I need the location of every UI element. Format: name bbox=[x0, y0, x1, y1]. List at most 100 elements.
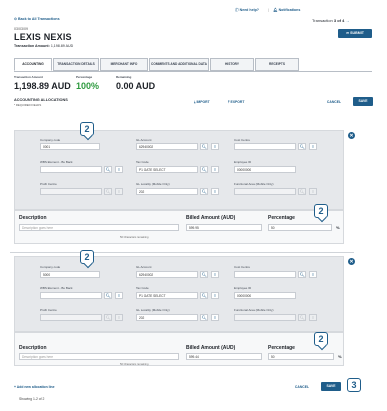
next-arrow-icon[interactable]: → bbox=[345, 18, 349, 23]
allocation-1-profit-centre-input bbox=[40, 188, 102, 195]
allocation-1-percentage-input[interactable]: 50 bbox=[268, 224, 332, 231]
allocation-2-wbs-search-icon[interactable]: 🔍︎ bbox=[104, 292, 112, 299]
allocation-2-tax-code-label: Tax Code bbox=[136, 286, 149, 290]
allocation-2-tax-code-input[interactable]: P1 GATE SELECT bbox=[136, 292, 198, 299]
save-button-top[interactable]: SAVE bbox=[353, 97, 373, 106]
allocation-1-gl-locality-list-icon[interactable]: ≡ bbox=[211, 188, 219, 195]
allocation-2-percentage-input[interactable]: 50 bbox=[268, 353, 334, 360]
allocation-1-employee-label: Employee ID bbox=[234, 160, 252, 164]
need-help-link[interactable]: ⓘ Need help? bbox=[235, 8, 259, 13]
allocation-2-gl-locality-label: GL Locality (Mobile Only) bbox=[136, 308, 170, 312]
allocation-1-profit-centre-list-icon: ≡ bbox=[115, 188, 123, 195]
allocation-1-gl-account-search-icon[interactable]: 🔍︎ bbox=[200, 143, 208, 150]
allocation-2-functional-area-search-icon: 🔍︎ bbox=[298, 314, 306, 321]
summary-remaining-label: Remaining bbox=[116, 75, 132, 79]
back-to-transactions-link[interactable]: ⊙ Back to All Transactions bbox=[14, 17, 60, 21]
allocation-2-gl-locality-list-icon[interactable]: ≡ bbox=[211, 314, 219, 321]
tab-comments[interactable]: COMMENTS AND ADDITIONAL DATA bbox=[149, 58, 209, 71]
tab-history[interactable]: HISTORY bbox=[210, 58, 254, 71]
import-button[interactable]: ⤓ IMPORT bbox=[194, 100, 210, 104]
tab-transaction-details[interactable]: TRANSACTION DETAILS bbox=[53, 58, 99, 71]
allocation-1-percentage-label: Percentage bbox=[268, 215, 295, 221]
allocation-2-gl-locality-input[interactable]: 202 bbox=[136, 314, 198, 321]
header-divider: | bbox=[268, 8, 269, 12]
allocation-2-cost-centre-list-icon[interactable]: ≡ bbox=[309, 271, 317, 278]
allocation-1-company-code-label: Company code bbox=[40, 138, 61, 142]
allocation-1-cost-centre-input[interactable] bbox=[234, 143, 296, 150]
allocation-2-profit-centre-search-icon: 🔍︎ bbox=[104, 314, 112, 321]
allocation-2-billed-input[interactable]: 599.44 bbox=[186, 353, 262, 360]
allocation-2-gl-account-list-icon[interactable]: ≡ bbox=[211, 271, 219, 278]
cancel-button-bottom[interactable]: CANCEL bbox=[292, 385, 312, 389]
summary-amount-label: Transaction Amount bbox=[14, 75, 43, 79]
notifications-link[interactable]: 🔔︎ Notifications bbox=[273, 8, 300, 12]
allocation-1-functional-area-input bbox=[234, 188, 296, 195]
allocation-1-description-label: Description bbox=[19, 215, 47, 221]
allocation-2-functional-area-input bbox=[234, 314, 296, 321]
allocation-1-gl-locality-input[interactable]: 202 bbox=[136, 188, 198, 195]
allocation-1-billed-input[interactable]: 599.95 bbox=[186, 224, 262, 231]
allocation-2-company-code-input[interactable]: 5000 bbox=[40, 271, 100, 278]
allocation-2-gl-account-input[interactable]: 62940002 bbox=[136, 271, 198, 278]
allocation-2-chars-remaining: 50 Characters remaining bbox=[120, 363, 149, 366]
allocation-1-gl-account-list-icon[interactable]: ≡ bbox=[211, 143, 219, 150]
allocation-2-functional-area-label: Functional Area (Mobile Only) bbox=[234, 308, 274, 312]
allocation-1-percent-sign: % bbox=[336, 225, 340, 230]
summary-amount-value: 1,198.89 AUD bbox=[14, 81, 71, 91]
allocation-2-gl-locality-search-icon[interactable]: 🔍︎ bbox=[200, 314, 208, 321]
allocation-1-employee-input[interactable]: 00000000 bbox=[234, 166, 296, 173]
allocation-2-gl-account-search-icon[interactable]: 🔍︎ bbox=[200, 271, 208, 278]
allocation-1-description-input[interactable]: Description goes here bbox=[19, 224, 179, 231]
allocation-1-wbs-search-icon[interactable]: 🔍︎ bbox=[104, 166, 112, 173]
allocation-2-description-input[interactable]: Description goes here bbox=[19, 353, 179, 360]
allocation-1-gl-account-input[interactable]: 62940002 bbox=[136, 143, 198, 150]
allocation-2-employee-input[interactable]: 00000000 bbox=[234, 292, 296, 299]
allocation-1-tax-code-list-icon[interactable]: ≡ bbox=[211, 166, 219, 173]
allocation-2-wbs-input[interactable] bbox=[40, 292, 102, 299]
submit-button[interactable]: ➦ SUBMIT bbox=[338, 29, 372, 38]
allocation-1-wbs-list-icon[interactable]: ≡ bbox=[115, 166, 123, 173]
allocation-1-wbs-label: WBS Element - Bu Back bbox=[40, 160, 73, 164]
remove-allocation-1-close-icon[interactable]: ✕ bbox=[348, 132, 355, 139]
allocation-2-profit-centre-input bbox=[40, 314, 102, 321]
allocation-2-tax-code-list-icon[interactable]: ≡ bbox=[211, 292, 219, 299]
allocations-title: ACCOUNTING ALLOCATIONS bbox=[14, 98, 68, 102]
allocation-2-employee-label: Employee ID bbox=[234, 286, 252, 290]
allocation-1-functional-area-list-icon: ≡ bbox=[309, 188, 317, 195]
export-button[interactable]: ⤒ EXPORT bbox=[228, 100, 244, 104]
allocation-2-cost-centre-input[interactable] bbox=[234, 271, 296, 278]
allocation-1-tax-code-label: Tax Code bbox=[136, 160, 149, 164]
allocation-1-tax-code-input[interactable]: P1 GATE SELECT bbox=[136, 166, 198, 173]
summary-percentage-value: 100% bbox=[76, 81, 100, 91]
allocation-2-functional-area-list-icon: ≡ bbox=[309, 314, 317, 321]
allocation-1-tax-code-search-icon[interactable]: 🔍︎ bbox=[200, 166, 208, 173]
allocation-1-chars-remaining: 50 Characters remaining bbox=[120, 236, 149, 239]
allocation-1-cost-centre-search-icon[interactable]: 🔍︎ bbox=[298, 143, 306, 150]
allocation-1-gl-locality-label: GL Locality (Mobile Only) bbox=[136, 182, 170, 186]
save-button-bottom[interactable]: SAVE bbox=[321, 382, 341, 391]
cancel-button-top[interactable]: CANCEL bbox=[324, 100, 344, 104]
allocation-2-tax-code-search-icon[interactable]: 🔍︎ bbox=[200, 292, 208, 299]
tab-receipts[interactable]: RECEIPTS bbox=[255, 58, 299, 71]
callout-2-percentage-2: 2 bbox=[314, 332, 328, 346]
callout-2-allocation-1: 2 bbox=[80, 122, 94, 136]
allocation-2-percent-sign: % bbox=[338, 354, 342, 359]
add-allocation-line-link[interactable]: + Add new allocation line bbox=[14, 385, 54, 389]
allocation-1-wbs-input[interactable] bbox=[40, 166, 102, 173]
allocation-2-company-code-label: Company code bbox=[40, 265, 61, 269]
allocation-2-wbs-list-icon[interactable]: ≡ bbox=[115, 292, 123, 299]
tab-merchant-info[interactable]: MERCHANT INFO bbox=[100, 58, 148, 71]
allocation-1-functional-area-label: Functional Area (Mobile Only) bbox=[234, 182, 274, 186]
allocation-1-cost-centre-list-icon[interactable]: ≡ bbox=[309, 143, 317, 150]
allocation-2-cost-centre-search-icon[interactable]: 🔍︎ bbox=[298, 271, 306, 278]
remove-allocation-2-close-icon[interactable]: ✕ bbox=[348, 258, 355, 265]
allocation-2-billed-label: Billed Amount (AUD) bbox=[186, 345, 236, 351]
allocation-1-profit-centre-label: Profit Centre bbox=[40, 182, 57, 186]
showing-count: Showing 1-2 of 2 bbox=[19, 397, 45, 401]
allocation-1-company-code-input[interactable]: 0001 bbox=[40, 143, 100, 150]
allocation-2-percentage-label: Percentage bbox=[268, 345, 295, 351]
callout-2-percentage-1: 2 bbox=[314, 204, 328, 218]
transaction-date: 03/03/09 bbox=[14, 27, 28, 31]
allocation-1-gl-locality-search-icon[interactable]: 🔍︎ bbox=[200, 188, 208, 195]
tab-accounting[interactable]: ACCOUNTING bbox=[14, 58, 52, 71]
